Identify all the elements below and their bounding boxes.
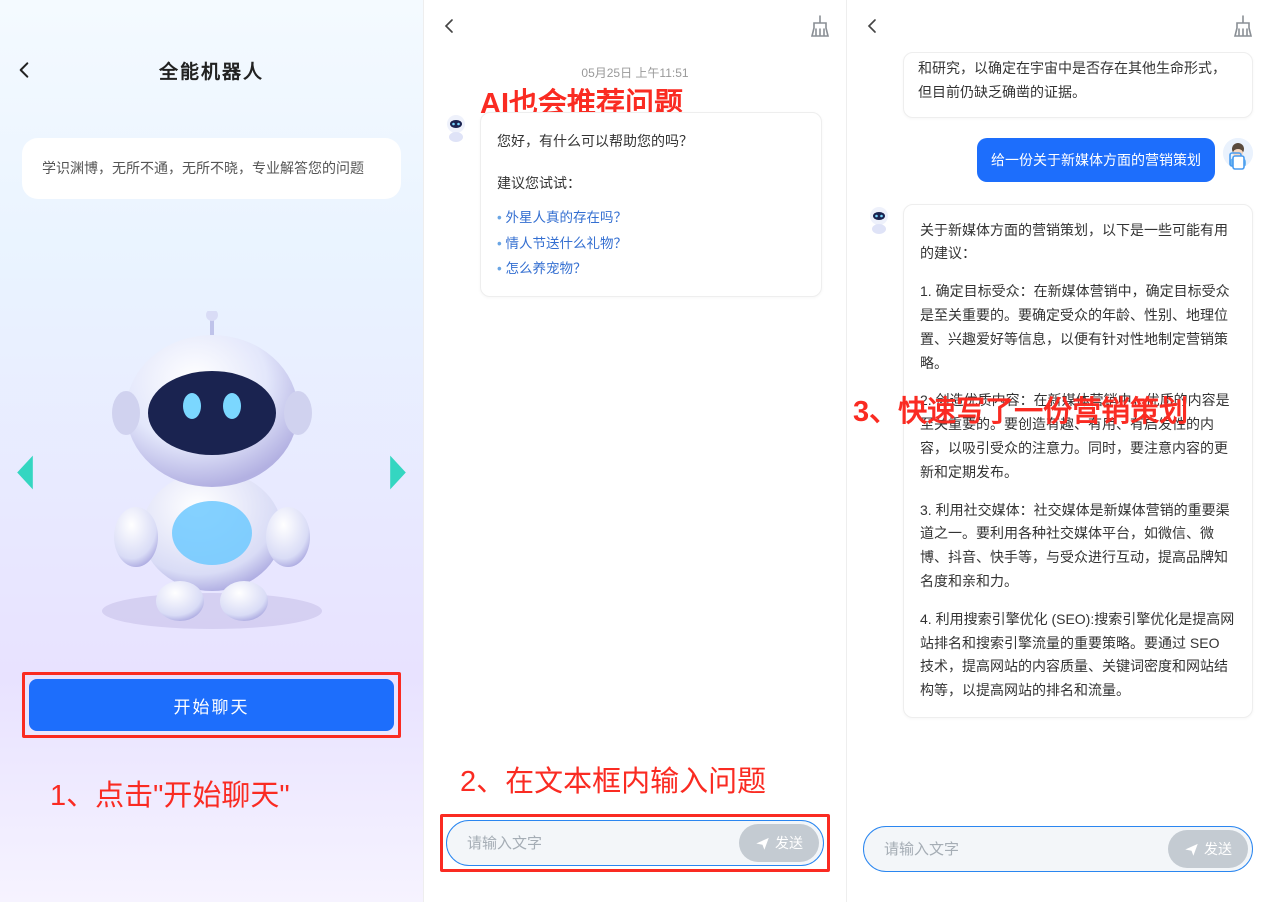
- input-bar: 发送: [863, 826, 1253, 872]
- send-button[interactable]: 发送: [1168, 830, 1248, 868]
- input-container: 发送: [863, 826, 1253, 872]
- send-label: 发送: [1204, 839, 1232, 859]
- start-chat-button[interactable]: 开始聊天: [29, 679, 394, 731]
- ai-message-bubble: 和研究，以确定在宇宙中是否存在其他生命形式，但目前仍缺乏确凿的证据。: [903, 52, 1253, 118]
- ai-message-row: 您好，有什么可以帮助您的吗？ 建议您试试： 外星人真的存在吗？ 情人节送什么礼物…: [440, 112, 822, 297]
- suggestion-link[interactable]: 情人节送什么礼物？: [497, 231, 805, 257]
- intro-text: 学识渊博，无所不通，无所不晓，专业解答您的问题: [42, 160, 364, 176]
- paper-plane-icon: [755, 836, 770, 851]
- back-icon[interactable]: [863, 17, 881, 35]
- send-label: 发送: [775, 833, 803, 853]
- send-button[interactable]: 发送: [739, 824, 819, 862]
- input-highlight: 发送: [440, 814, 830, 872]
- bot-avatar-icon: [440, 112, 472, 144]
- suggestion-link[interactable]: 怎么养宠物？: [497, 256, 805, 282]
- ai-response-bubble: 关于新媒体方面的营销策划，以下是一些可能有用的建议： 1. 确定目标受众：在新媒…: [903, 204, 1253, 718]
- intro-card: 学识渊博，无所不通，无所不晓，专业解答您的问题: [22, 138, 401, 199]
- ai-point: 1. 确定目标受众：在新媒体营销中，确定目标受众是至关重要的。要确定受众的年龄、…: [920, 280, 1236, 375]
- header-bar: [424, 0, 846, 52]
- message-input[interactable]: [884, 841, 1168, 858]
- header-bar: 全能机器人: [0, 48, 423, 92]
- suggestion-link[interactable]: 外星人真的存在吗？: [497, 205, 805, 231]
- back-icon[interactable]: [14, 60, 34, 80]
- ai-message-row: 关于新媒体方面的营销策划，以下是一些可能有用的建议： 1. 确定目标受众：在新媒…: [863, 204, 1253, 718]
- chat-screen-response: 和研究，以确定在宇宙中是否存在其他生命形式，但目前仍缺乏确凿的证据。 给一份关于…: [846, 0, 1269, 902]
- bot-avatar-icon: [863, 204, 895, 236]
- intro-screen: 全能机器人 学识渊博，无所不通，无所不晓，专业解答您的问题: [0, 0, 423, 902]
- back-icon[interactable]: [440, 17, 458, 35]
- broom-icon[interactable]: [1233, 15, 1253, 37]
- greeting-text: 您好，有什么可以帮助您的吗？: [497, 127, 805, 155]
- user-message-row: 给一份关于新媒体方面的营销策划: [863, 138, 1253, 182]
- carousel-prev-icon[interactable]: [12, 453, 38, 489]
- suggest-header: 建议您试试：: [497, 169, 805, 197]
- robot-illustration: [0, 280, 423, 662]
- chat-screen-suggestions: 05月25日 上午11:51 AI也会推荐问题 您好，有什么可以帮助您的吗？ 建…: [423, 0, 846, 902]
- ai-text: 和研究，以确定在宇宙中是否存在其他生命形式，但目前仍缺乏确凿的证据。: [918, 60, 1226, 100]
- chat-scroll[interactable]: 和研究，以确定在宇宙中是否存在其他生命形式，但目前仍缺乏确凿的证据。 给一份关于…: [847, 52, 1269, 822]
- ai-point: 3. 利用社交媒体：社交媒体是新媒体营销的重要渠道之一。要利用各种社交媒体平台，…: [920, 499, 1236, 594]
- message-input[interactable]: [467, 835, 739, 852]
- timestamp: 05月25日 上午11:51: [424, 64, 846, 81]
- robot-image: [72, 311, 352, 631]
- carousel-next-icon[interactable]: [385, 453, 411, 489]
- broom-icon[interactable]: [810, 15, 830, 37]
- header-bar: [847, 0, 1269, 52]
- input-bar: 发送: [446, 820, 824, 866]
- ai-point: 4. 利用搜索引擎优化 (SEO):搜索引擎优化是提高网站排名和搜索引擎流量的重…: [920, 608, 1236, 703]
- ai-point: 2. 创造优质内容：在新媒体营销中，优质的内容是至关重要的。要创造有趣、有用、有…: [920, 389, 1236, 484]
- ai-welcome-bubble: 您好，有什么可以帮助您的吗？ 建议您试试： 外星人真的存在吗？ 情人节送什么礼物…: [480, 112, 822, 297]
- user-message-bubble: 给一份关于新媒体方面的营销策划: [977, 138, 1215, 182]
- annotation-step-2: 2、在文本框内输入问题: [460, 758, 766, 800]
- ai-intro: 关于新媒体方面的营销策划，以下是一些可能有用的建议：: [920, 219, 1236, 267]
- paper-plane-icon: [1184, 842, 1199, 857]
- copy-icon[interactable]: [1227, 152, 1245, 170]
- start-button-highlight: 开始聊天: [22, 672, 401, 738]
- page-title: 全能机器人: [159, 57, 264, 84]
